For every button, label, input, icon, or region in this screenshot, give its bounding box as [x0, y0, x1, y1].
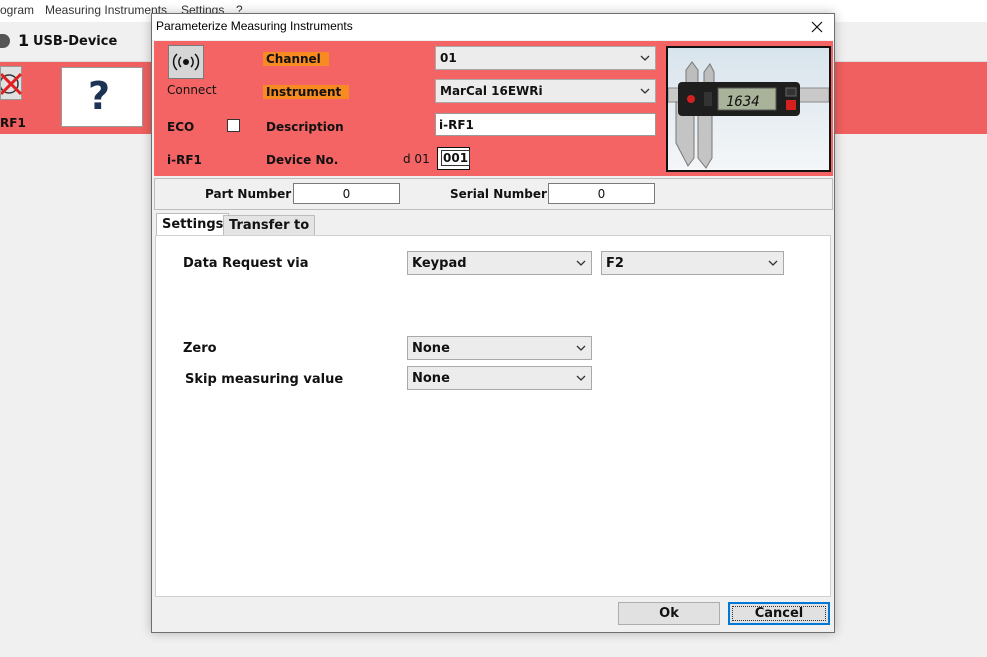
channel-select[interactable]: 01 — [435, 46, 656, 70]
zero-label: Zero — [183, 341, 217, 356]
device-id-label: i-RF1 — [167, 153, 202, 167]
device-short-label: RF1 — [0, 116, 26, 130]
part-serial-row: Part Number 0 Serial Number 0 — [154, 178, 833, 210]
device-number: 1 — [18, 31, 30, 50]
instrument-label: Instrument — [263, 85, 350, 99]
channel-label: Channel — [263, 52, 329, 66]
wireless-signal-icon — [172, 53, 200, 71]
dialog-title: Parameterize Measuring Instruments — [156, 19, 353, 33]
instrument-select[interactable]: MarCal 16EWRi — [435, 79, 656, 103]
skip-measuring-label: Skip measuring value — [185, 372, 344, 387]
dialog-titlebar[interactable]: Parameterize Measuring Instruments — [152, 14, 834, 40]
chevron-down-icon — [576, 375, 586, 381]
serial-number-label: Serial Number — [450, 187, 547, 201]
device-label[interactable]: USB-Device — [33, 34, 117, 49]
zero-select[interactable]: None — [407, 336, 592, 360]
caliper-display: 1634 — [726, 94, 760, 110]
settings-panel: Data Request via Keypad F2 Zero None Ski… — [155, 235, 831, 597]
menu-measuring-instruments[interactable]: Measuring Instruments — [45, 3, 167, 17]
connect-label: Connect — [167, 83, 217, 97]
cancel-button[interactable]: Cancel — [728, 602, 830, 625]
eco-checkbox[interactable] — [227, 119, 240, 132]
close-button[interactable] — [800, 14, 834, 40]
serial-number-input[interactable]: 0 — [548, 183, 655, 204]
device-no-label: Device No. — [266, 153, 339, 167]
close-icon — [811, 21, 823, 33]
chevron-down-icon — [576, 345, 586, 351]
device-no-prefix: d 01 — [403, 152, 430, 166]
part-number-label: Part Number — [205, 187, 292, 201]
instrument-image: 1634 — [666, 46, 831, 172]
parameterize-dialog: Parameterize Measuring Instruments Conne… — [151, 13, 835, 633]
connect-button[interactable] — [168, 45, 204, 79]
skip-measuring-select[interactable]: None — [407, 366, 592, 390]
eco-label: ECO — [167, 120, 195, 134]
part-number-input[interactable]: 0 — [293, 183, 400, 204]
tab-transfer-to[interactable]: Transfer to — [223, 215, 316, 235]
description-input[interactable]: i-RF1 — [435, 113, 656, 136]
ok-button[interactable]: Ok — [618, 602, 720, 625]
chevron-down-icon — [768, 260, 778, 266]
chevron-down-icon — [640, 88, 650, 94]
device-no-input[interactable]: 001 — [437, 147, 471, 170]
data-request-select[interactable]: Keypad — [407, 251, 592, 275]
chevron-down-icon — [640, 55, 650, 61]
menu-program[interactable]: ogram — [0, 3, 34, 17]
unknown-instrument-icon[interactable]: ? — [61, 67, 143, 127]
tab-settings[interactable]: Settings — [156, 213, 230, 235]
description-label: Description — [266, 120, 344, 134]
data-request-label: Data Request via — [183, 256, 309, 271]
data-request-key-select[interactable]: F2 — [601, 251, 784, 275]
disconnected-icon[interactable] — [0, 66, 23, 100]
chevron-down-icon — [576, 260, 586, 266]
instrument-header-panel: Connect ECO i-RF1 Channel Instrument Des… — [154, 41, 833, 176]
